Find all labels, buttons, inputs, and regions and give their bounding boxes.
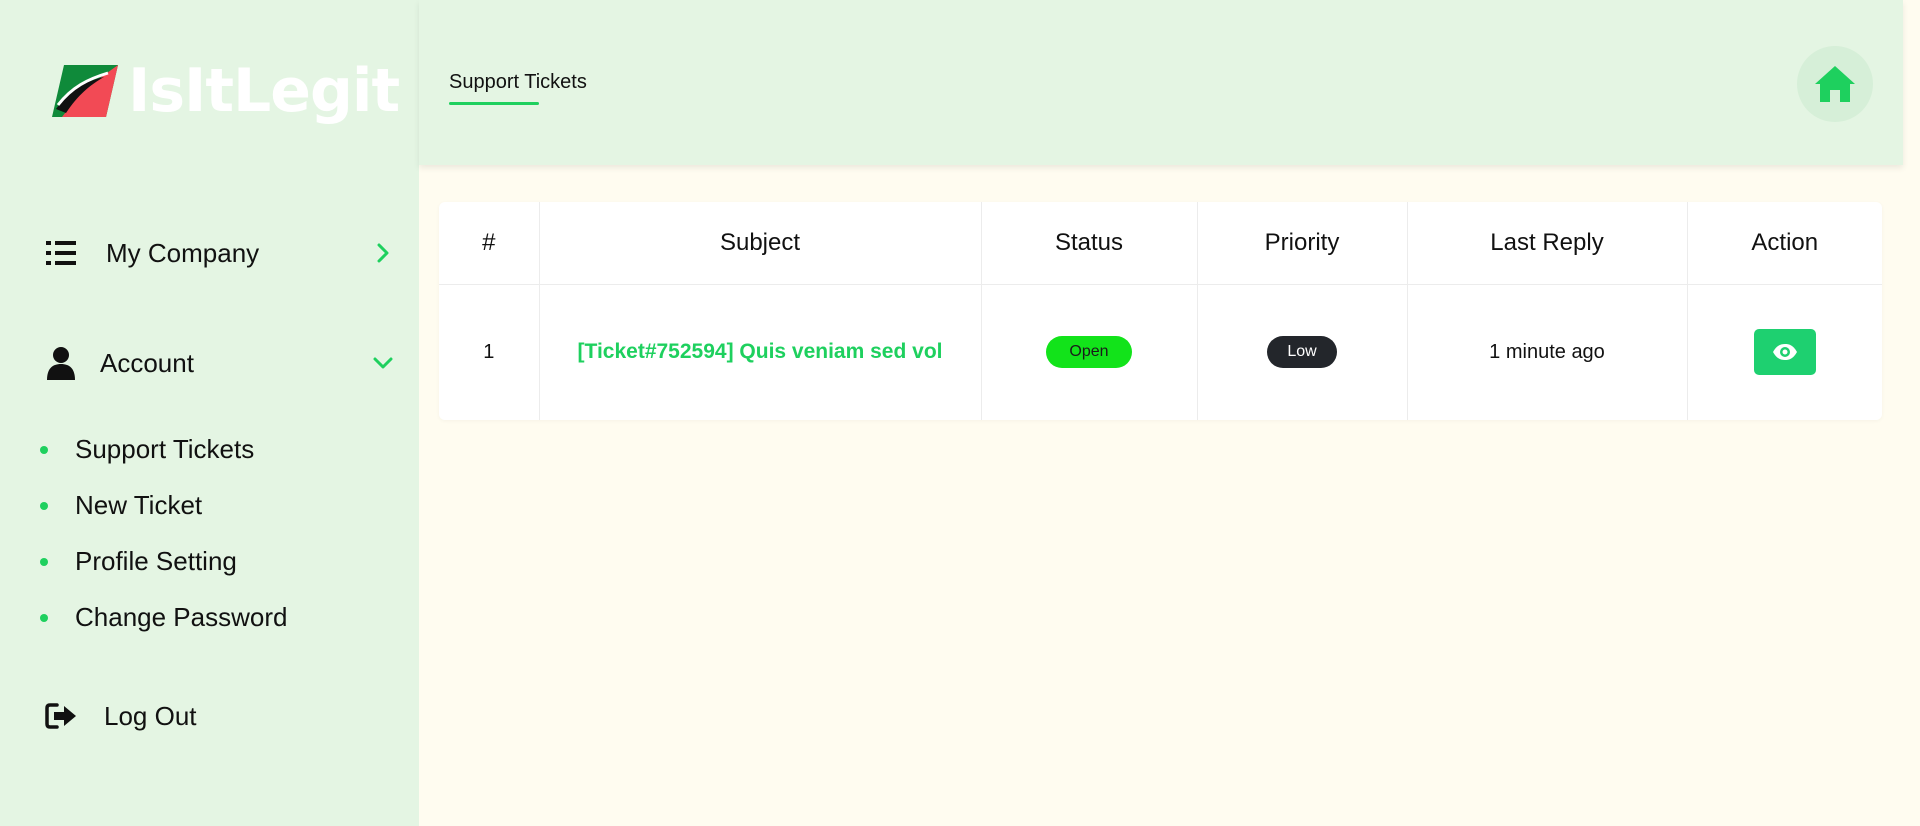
bullet-dot [40, 613, 48, 622]
sidebar-subitem-label: New Ticket [75, 490, 203, 520]
chevron-down-icon [372, 352, 394, 374]
page-title: Support Tickets [449, 71, 587, 93]
ticket-status-cell: Open [981, 284, 1198, 420]
bullet-dot [40, 557, 48, 566]
tickets-table: # Subject Status Priority Last Reply Act… [439, 202, 1882, 420]
table-row: 1 [Ticket#752594] Quis veniam sed vol Op… [439, 284, 1882, 420]
brand-name: IsItLegit [128, 56, 400, 126]
column-header-priority: Priority [1197, 202, 1408, 285]
column-header-last-reply: Last Reply [1407, 202, 1688, 285]
logo-icon [52, 65, 118, 117]
list-icon [44, 236, 78, 270]
sidebar-subitem-support-tickets[interactable]: Support Tickets [40, 434, 254, 465]
column-header-status: Status [981, 202, 1198, 285]
eye-icon [1772, 344, 1797, 361]
column-header-subject: Subject [539, 202, 982, 285]
ticket-last-reply: 1 minute ago [1407, 284, 1688, 420]
sidebar-subitem-label: Support Tickets [75, 434, 255, 464]
user-icon [44, 346, 78, 380]
sidebar-subitem-profile-setting[interactable]: Profile Setting [40, 546, 237, 577]
brand-logo[interactable]: IsItLegit [52, 56, 400, 126]
column-header-number: # [439, 202, 540, 285]
ticket-action-cell [1687, 284, 1882, 420]
sidebar-item-label: My Company [106, 237, 260, 268]
status-badge: Open [1046, 336, 1132, 369]
view-ticket-button[interactable] [1753, 329, 1816, 376]
title-underline [449, 102, 539, 105]
ticket-number: 1 [439, 284, 540, 420]
sidebar-item-account[interactable]: Account [44, 346, 394, 380]
sidebar-subitem-change-password[interactable]: Change Password [40, 602, 287, 633]
ticket-subject-link[interactable]: [Ticket#752594] Quis veniam sed vol [578, 340, 943, 363]
chevron-right-icon [372, 242, 394, 264]
sidebar-item-label: Log Out [104, 700, 197, 731]
tickets-table-card: # Subject Status Priority Last Reply Act… [439, 202, 1882, 420]
bullet-dot [40, 445, 48, 454]
ticket-priority-cell: Low [1197, 284, 1408, 420]
home-button[interactable] [1797, 46, 1873, 122]
sidebar-item-my-company[interactable]: My Company [44, 236, 394, 270]
logout-icon [44, 699, 78, 733]
home-icon [1815, 66, 1855, 102]
sidebar-item-logout[interactable]: Log Out [44, 699, 394, 733]
priority-badge: Low [1267, 336, 1337, 369]
ticket-subject-cell: [Ticket#752594] Quis veniam sed vol [539, 284, 982, 420]
sidebar: IsItLegit My Company Account Support Tic… [0, 0, 419, 826]
table-header-row: # Subject Status Priority Last Reply Act… [439, 202, 1882, 285]
sidebar-subitem-new-ticket[interactable]: New Ticket [40, 490, 202, 521]
sidebar-subitem-label: Change Password [75, 602, 288, 632]
bullet-dot [40, 501, 48, 510]
sidebar-item-label: Account [100, 347, 194, 378]
sidebar-subitem-label: Profile Setting [75, 546, 237, 576]
top-header: Support Tickets [419, 0, 1903, 165]
column-header-action: Action [1687, 202, 1882, 285]
